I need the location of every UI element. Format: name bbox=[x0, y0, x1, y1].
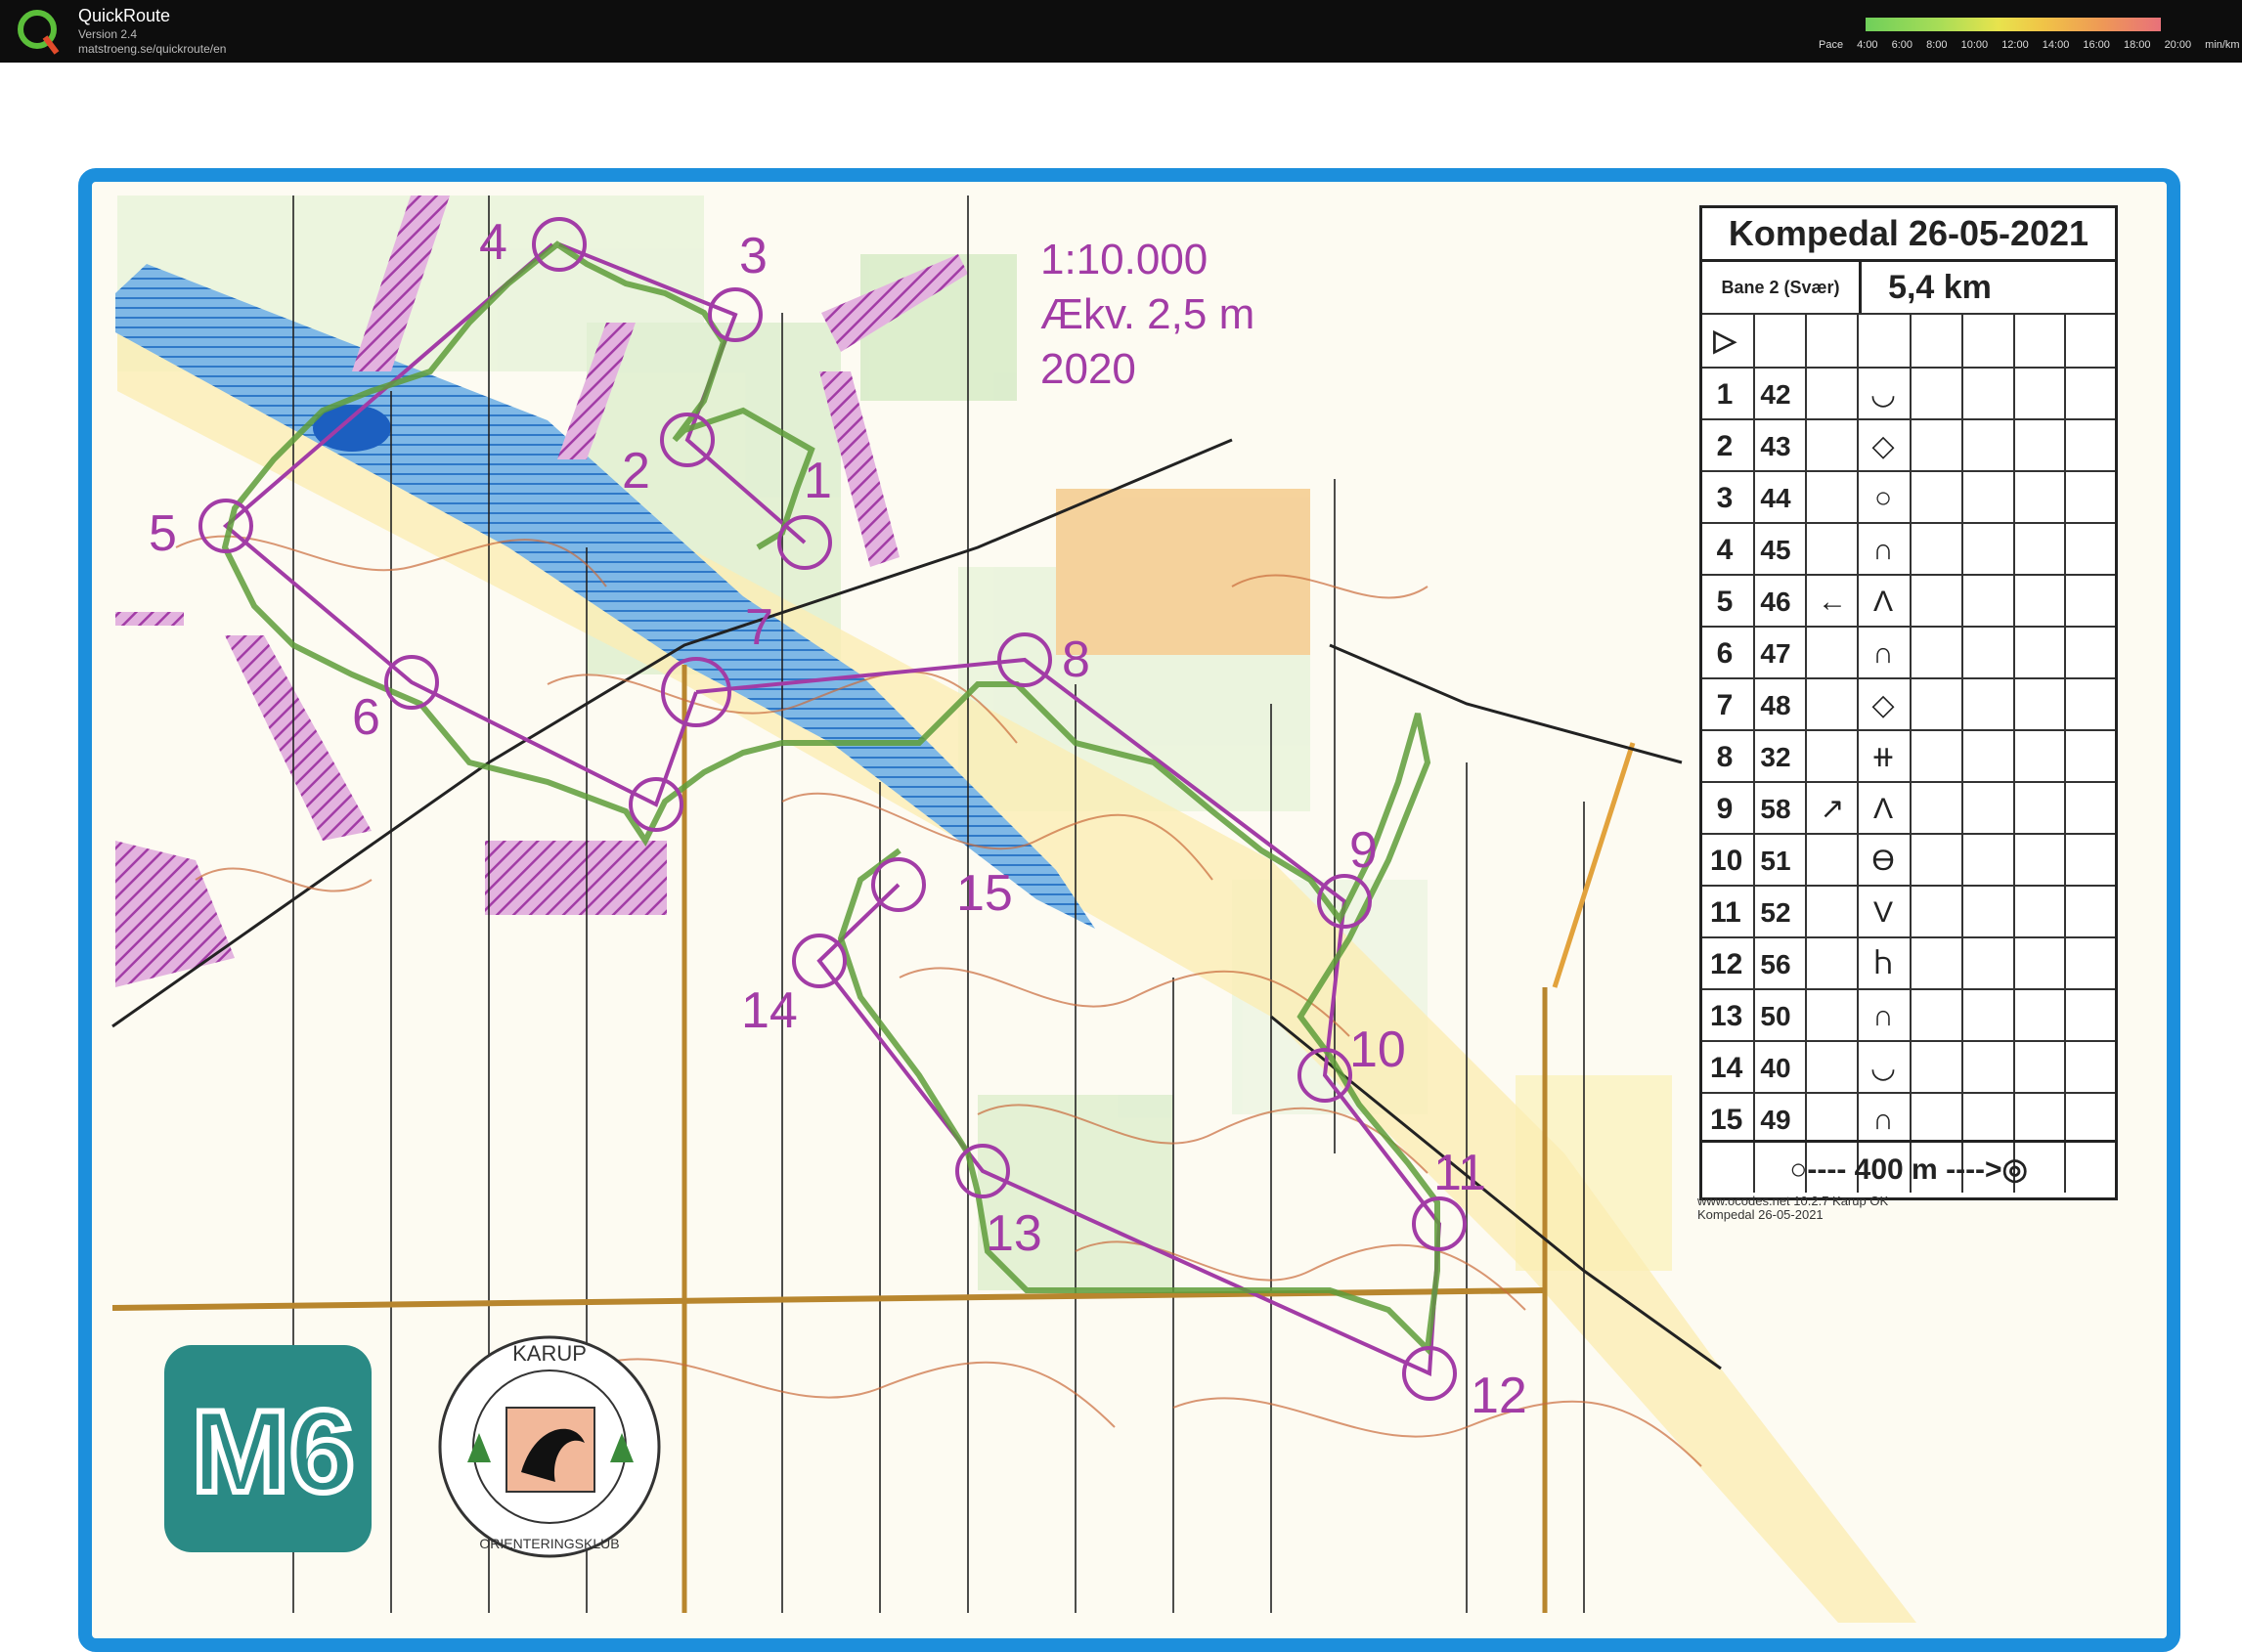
card-row: 8 32 ⧺ bbox=[1702, 731, 2115, 783]
control-feature-icon: ⧺ bbox=[1870, 741, 1896, 773]
scale-bar-label: 400 m bbox=[1854, 1153, 1938, 1186]
control-label-5: 5 bbox=[149, 505, 177, 562]
control-code: 52 bbox=[1760, 897, 1791, 928]
card-row: 7 48 ◇ bbox=[1702, 679, 2115, 731]
start-triangle-icon: ▷ bbox=[1713, 325, 1736, 357]
card-row: 5 46 Λ ← bbox=[1702, 576, 2115, 628]
m6-logo: M6 bbox=[164, 1345, 372, 1552]
control-code: 46 bbox=[1760, 587, 1791, 617]
card-row: 6 47 ∩ bbox=[1702, 628, 2115, 679]
map-credit: www.ocodes.net 10.2.7 Karup OK Kompedal … bbox=[1697, 1195, 1888, 1222]
card-row: 12 56 Ⴙ bbox=[1702, 938, 2115, 990]
control-number: 13 bbox=[1710, 1000, 1743, 1032]
control-label-2: 2 bbox=[622, 443, 650, 500]
card-course: Bane 2 (Svær) bbox=[1702, 262, 1862, 313]
control-direction-icon: ↗ bbox=[1820, 793, 1845, 825]
card-title: Kompedal 26-05-2021 bbox=[1702, 208, 2115, 262]
control-feature-icon: ◡ bbox=[1869, 1052, 1897, 1084]
control-feature-icon: Λ bbox=[1872, 586, 1894, 618]
control-code: 50 bbox=[1760, 1001, 1791, 1031]
credit-line-1: www.ocodes.net 10.2.7 Karup OK bbox=[1697, 1194, 1889, 1208]
control-feature-icon: ϴ bbox=[1871, 845, 1895, 877]
control-label-4: 4 bbox=[479, 214, 507, 271]
control-description-card: Kompedal 26-05-2021 Bane 2 (Svær) 5,4 km… bbox=[1699, 205, 2118, 1200]
credit-line-2: Kompedal 26-05-2021 bbox=[1697, 1207, 1824, 1222]
control-feature-icon: ∩ bbox=[1872, 534, 1894, 566]
control-label-7: 7 bbox=[745, 599, 773, 656]
control-number: 9 bbox=[1716, 793, 1734, 825]
control-number: 15 bbox=[1710, 1104, 1743, 1136]
control-code: 56 bbox=[1760, 949, 1791, 979]
control-feature-icon: ◡ bbox=[1869, 378, 1897, 411]
control-label-6: 6 bbox=[352, 689, 380, 746]
control-label-15: 15 bbox=[956, 865, 1013, 922]
control-label-3: 3 bbox=[739, 228, 768, 284]
control-feature-icon: ◇ bbox=[1871, 689, 1895, 721]
control-code: 58 bbox=[1760, 794, 1791, 824]
control-code: 44 bbox=[1760, 483, 1791, 513]
card-row: 13 50 ∩ bbox=[1702, 990, 2115, 1042]
card-start-row: ▷ bbox=[1702, 315, 2115, 367]
control-number: 1 bbox=[1716, 378, 1734, 411]
control-label-10: 10 bbox=[1349, 1022, 1406, 1078]
card-row: 3 44 ○ bbox=[1702, 472, 2115, 524]
control-code: 40 bbox=[1760, 1053, 1791, 1083]
card-row: 1 42 ◡ bbox=[1702, 369, 2115, 420]
map-scale-info: 1:10.000 Ækv. 2,5 m 2020 bbox=[1040, 233, 1254, 397]
control-number: 6 bbox=[1716, 637, 1734, 670]
m6-logo-icon: M6 bbox=[189, 1383, 358, 1520]
club-logo-top-text: KARUP bbox=[512, 1341, 587, 1366]
control-code: 45 bbox=[1760, 535, 1791, 565]
map-year: 2020 bbox=[1040, 345, 1136, 393]
control-feature-icon: ○ bbox=[1873, 482, 1893, 514]
card-row: 10 51 ϴ bbox=[1702, 835, 2115, 887]
control-code: 43 bbox=[1760, 431, 1791, 461]
map-scale: 1:10.000 bbox=[1040, 236, 1209, 283]
card-row: 2 43 ◇ bbox=[1702, 420, 2115, 472]
control-number: 11 bbox=[1710, 896, 1741, 929]
control-feature-icon: V bbox=[1872, 896, 1893, 929]
control-label-13: 13 bbox=[986, 1205, 1042, 1262]
card-row: 11 52 V bbox=[1702, 887, 2115, 938]
card-length: 5,4 km bbox=[1888, 269, 1992, 306]
karup-orienteering-club-logo: KARUP ORIENTERINGSKLUB bbox=[428, 1326, 671, 1568]
control-code: 51 bbox=[1760, 846, 1791, 876]
control-number: 7 bbox=[1716, 689, 1734, 721]
control-feature-icon: ∩ bbox=[1872, 1104, 1894, 1136]
control-label-8: 8 bbox=[1062, 631, 1090, 688]
control-label-12: 12 bbox=[1471, 1368, 1527, 1424]
control-label-9: 9 bbox=[1349, 822, 1378, 879]
control-number: 10 bbox=[1710, 845, 1743, 877]
control-direction-icon: ← bbox=[1818, 586, 1847, 618]
m6-logo-text: M6 bbox=[192, 1386, 355, 1517]
control-feature-icon: Ⴙ bbox=[1873, 948, 1893, 980]
control-label-14: 14 bbox=[741, 982, 798, 1039]
control-number: 2 bbox=[1716, 430, 1734, 462]
card-row: 14 40 ◡ bbox=[1702, 1042, 2115, 1094]
control-number: 12 bbox=[1710, 948, 1743, 980]
card-row: 9 58 Λ ↗ bbox=[1702, 783, 2115, 835]
map-equidistance: Ækv. 2,5 m bbox=[1040, 290, 1255, 338]
control-label-11: 11 bbox=[1433, 1145, 1486, 1201]
card-row: 4 45 ∩ bbox=[1702, 524, 2115, 576]
control-code: 47 bbox=[1760, 638, 1791, 669]
control-feature-icon: ∩ bbox=[1872, 637, 1894, 670]
control-feature-icon: ◇ bbox=[1871, 430, 1895, 462]
control-feature-icon: Λ bbox=[1872, 793, 1894, 825]
control-number: 5 bbox=[1716, 586, 1734, 618]
control-label-1: 1 bbox=[804, 453, 832, 509]
control-number: 14 bbox=[1710, 1052, 1743, 1084]
control-feature-icon: ∩ bbox=[1872, 1000, 1894, 1032]
control-number: 8 bbox=[1716, 741, 1734, 773]
card-row: 15 49 ∩ bbox=[1702, 1094, 2115, 1146]
control-code: 32 bbox=[1760, 742, 1791, 772]
control-number: 4 bbox=[1716, 534, 1734, 566]
club-logo-bottom-text: ORIENTERINGSKLUB bbox=[479, 1536, 619, 1551]
control-code: 49 bbox=[1760, 1105, 1791, 1135]
control-code: 42 bbox=[1760, 379, 1791, 410]
control-code: 48 bbox=[1760, 690, 1791, 720]
control-number: 3 bbox=[1716, 482, 1734, 514]
card-scale-bar: ○---- 400 m ---->◎ bbox=[1702, 1140, 2115, 1197]
